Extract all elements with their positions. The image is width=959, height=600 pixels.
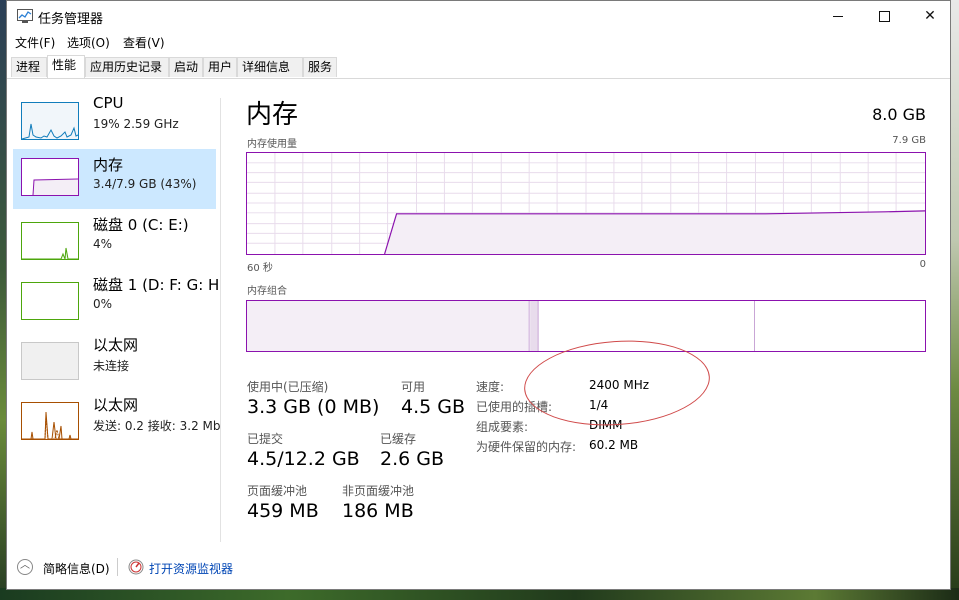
sidebar-item-disk1[interactable]: 磁盘 1 (D: F: G: H 0% xyxy=(13,276,220,337)
speed-label: 速度: xyxy=(476,380,505,394)
chevron-up-icon[interactable]: ︿ xyxy=(17,559,33,575)
total-memory: 8.0 GB xyxy=(872,105,926,124)
title-bar[interactable]: 任务管理器 ✕ xyxy=(7,1,950,31)
committed-value: 4.5/12.2 GB xyxy=(247,448,360,470)
close-icon: ✕ xyxy=(924,8,936,24)
fewer-details-button[interactable]: 简略信息(D) xyxy=(43,560,110,577)
sidebar-label-disk1: 磁盘 1 (D: F: G: H xyxy=(93,276,220,294)
hardware-reserved-value: 60.2 MB xyxy=(589,438,639,452)
sidebar-item-cpu[interactable]: CPU 19% 2.59 GHz xyxy=(13,94,216,157)
sidebar-value-cpu: 19% 2.59 GHz xyxy=(93,117,179,131)
tab-app-history[interactable]: 应用历史记录 xyxy=(85,57,169,77)
tab-startup[interactable]: 启动 xyxy=(169,57,203,77)
form-factor-label: 组成要素: xyxy=(476,420,529,434)
sidebar-item-ethernet[interactable]: 以太网 发送: 0.2 接收: 3.2 Mb xyxy=(13,396,220,457)
sidebar-label-ethernet1: 以太网 xyxy=(93,336,139,354)
maximize-button[interactable] xyxy=(861,1,907,31)
menu-view[interactable]: 查看(V) xyxy=(123,34,165,51)
cpu-thumbnail-graph xyxy=(21,102,79,140)
tab-details[interactable]: 详细信息 xyxy=(237,57,303,77)
in-use-value: 3.3 GB (0 MB) xyxy=(247,396,380,418)
task-manager-icon xyxy=(17,9,33,23)
sidebar-item-ethernet-disconnected[interactable]: 以太网 未连接 xyxy=(13,336,216,397)
sidebar-item-disk0[interactable]: 磁盘 0 (C: E:) 4% xyxy=(13,216,216,277)
open-resource-monitor-link[interactable]: 打开资源监视器 xyxy=(149,560,233,577)
sidebar-label-disk0: 磁盘 0 (C: E:) xyxy=(93,216,189,234)
ethernet-thumbnail-graph xyxy=(21,342,79,380)
window-title: 任务管理器 xyxy=(38,12,104,27)
sidebar-label-ethernet2: 以太网 xyxy=(93,396,139,414)
sidebar-value-ethernet1: 未连接 xyxy=(93,359,130,373)
sidebar-value-memory: 3.4/7.9 GB (43%) xyxy=(93,177,197,191)
sidebar-label-cpu: CPU xyxy=(93,94,124,112)
tab-services[interactable]: 服务 xyxy=(303,57,337,77)
sidebar-label-memory: 内存 xyxy=(93,156,124,174)
available-value: 4.5 GB xyxy=(401,396,466,418)
page-title: 内存 xyxy=(246,100,299,130)
menu-file[interactable]: 文件(F) xyxy=(15,34,55,51)
cached-label: 已缓存 xyxy=(380,432,417,446)
memory-thumbnail-graph xyxy=(21,158,79,196)
minimize-icon xyxy=(833,15,843,17)
close-button[interactable]: ✕ xyxy=(907,1,953,31)
sidebar-item-memory[interactable]: 内存 3.4/7.9 GB (43%) xyxy=(13,149,216,209)
minimize-button[interactable] xyxy=(815,1,861,31)
available-label: 可用 xyxy=(401,380,426,394)
memory-usage-graph xyxy=(246,152,926,255)
in-use-label: 使用中(已压缩) xyxy=(247,380,329,394)
footer-divider xyxy=(117,558,118,576)
usage-graph-max: 7.9 GB xyxy=(892,135,926,146)
usage-graph-label: 内存使用量 xyxy=(247,139,297,150)
sidebar-divider xyxy=(220,98,221,542)
paged-pool-label: 页面缓冲池 xyxy=(247,484,308,498)
sidebar-value-disk1: 0% xyxy=(93,297,113,311)
paged-pool-value: 459 MB xyxy=(247,500,319,522)
maximize-icon xyxy=(878,10,890,22)
sidebar-value-ethernet2: 发送: 0.2 接收: 3.2 Mb xyxy=(93,419,221,433)
nonpaged-pool-value: 186 MB xyxy=(342,500,414,522)
task-manager-window: 任务管理器 ✕ 文件(F) 选项(O) 查看(V) 进程 性能 应用历史记录 启… xyxy=(6,0,951,590)
hardware-reserved-label: 为硬件保留的内存: xyxy=(476,440,577,454)
nonpaged-pool-label: 非页面缓冲池 xyxy=(342,484,415,498)
tab-processes[interactable]: 进程 xyxy=(11,57,47,77)
composition-label: 内存组合 xyxy=(247,286,287,297)
time-axis-start: 60 秒 xyxy=(247,263,273,274)
ethernet2-thumbnail-graph xyxy=(21,402,79,440)
resource-monitor-icon xyxy=(128,559,144,575)
sidebar-value-disk0: 4% xyxy=(93,237,113,251)
committed-label: 已提交 xyxy=(247,432,284,446)
disk1-thumbnail-graph xyxy=(21,282,79,320)
tab-divider xyxy=(7,78,950,79)
time-axis-end: 0 xyxy=(919,259,926,270)
disk0-thumbnail-graph xyxy=(21,222,79,260)
tab-users[interactable]: 用户 xyxy=(203,57,237,77)
tab-performance[interactable]: 性能 xyxy=(47,55,85,78)
cached-value: 2.6 GB xyxy=(380,448,445,470)
menu-options[interactable]: 选项(O) xyxy=(67,34,110,51)
footer-separator xyxy=(7,549,950,550)
